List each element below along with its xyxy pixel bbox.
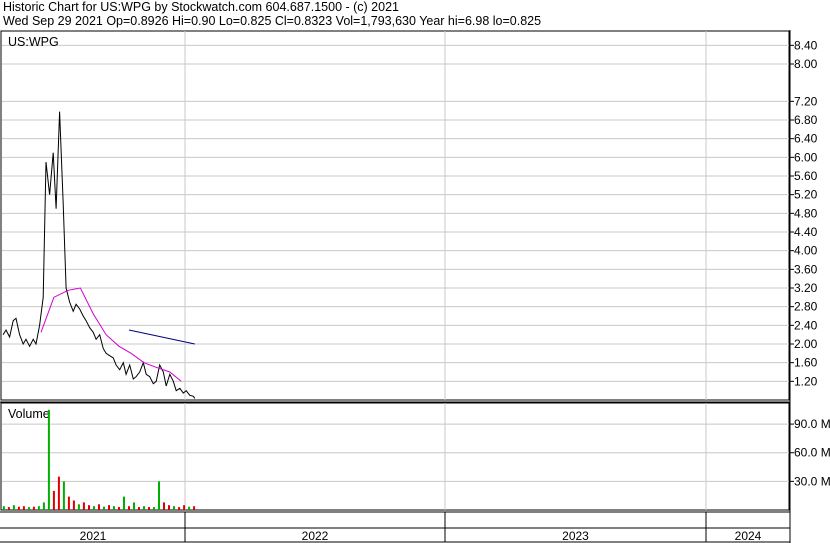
price-panel-frame bbox=[0, 30, 790, 401]
volume-bar bbox=[57, 476, 60, 510]
volume-tick-label: 30.0 M bbox=[794, 474, 830, 488]
volume-bar bbox=[77, 504, 80, 510]
volume-bar bbox=[123, 496, 125, 510]
volume-bar bbox=[42, 502, 45, 510]
volume-bar bbox=[72, 500, 75, 510]
x-axis-year-label: 2022 bbox=[302, 529, 329, 543]
volume-bar bbox=[27, 507, 30, 510]
volume-y-axis: 90.0 M 60.0 M 30.0 M bbox=[789, 417, 830, 488]
price-y-axis: 8.40 8.00 7.20 6.80 6.40 6.00 5.60 5.20 4.80 4.40… bbox=[789, 38, 818, 388]
volume-bar bbox=[47, 409, 50, 510]
volume-bar bbox=[82, 502, 85, 510]
x-axis-year-label: 2024 bbox=[735, 529, 762, 543]
price-tick-label: 4.80 bbox=[794, 206, 818, 220]
volume-bar bbox=[7, 507, 10, 510]
price-series-group bbox=[2, 111, 196, 399]
price-tick-label: 2.80 bbox=[794, 300, 818, 314]
volume-bar bbox=[52, 490, 55, 510]
volume-bar bbox=[143, 506, 145, 510]
volume-bar bbox=[138, 507, 140, 510]
volume-bar bbox=[188, 506, 191, 510]
volume-bar bbox=[128, 506, 130, 510]
volume-bar bbox=[98, 504, 100, 510]
volume-bars-group bbox=[2, 409, 196, 510]
price-tick-label: 6.80 bbox=[794, 113, 818, 127]
volume-bar bbox=[32, 506, 35, 510]
volume-tick-label: 60.0 M bbox=[794, 446, 830, 460]
volume-bar bbox=[148, 507, 150, 510]
price-tick-label: 4.00 bbox=[794, 244, 818, 258]
volume-bar bbox=[113, 506, 115, 510]
volume-bar bbox=[183, 505, 186, 510]
volume-panel-frame bbox=[0, 402, 790, 511]
price-tick-label: 6.40 bbox=[794, 132, 818, 146]
price-grid bbox=[2, 31, 789, 400]
volume-bar bbox=[178, 507, 181, 510]
volume-bar bbox=[193, 506, 196, 510]
price-tick-label: 2.40 bbox=[794, 318, 818, 332]
volume-bar bbox=[17, 506, 20, 510]
price-tick-label: 8.40 bbox=[794, 38, 818, 52]
volume-bar bbox=[67, 496, 70, 510]
volume-bar bbox=[158, 481, 160, 510]
volume-bar bbox=[62, 481, 65, 510]
volume-bar bbox=[93, 506, 95, 510]
price-tick-label: 8.00 bbox=[794, 57, 818, 71]
price-line bbox=[2, 111, 196, 399]
price-tick-label: 2.00 bbox=[794, 337, 818, 351]
volume-tick-label: 90.0 M bbox=[794, 417, 830, 431]
price-tick-label: 1.60 bbox=[794, 356, 818, 370]
volume-bar bbox=[133, 502, 135, 510]
volume-bar bbox=[153, 507, 155, 510]
volume-bar bbox=[163, 502, 165, 510]
price-tick-label: 3.60 bbox=[794, 262, 818, 276]
price-tick-label: 3.20 bbox=[794, 281, 818, 295]
x-axis-year-label: 2021 bbox=[80, 529, 107, 543]
volume-bar bbox=[12, 505, 15, 510]
price-tick-label: 4.40 bbox=[794, 225, 818, 239]
moving-average-long-line bbox=[40, 287, 182, 382]
volume-bar bbox=[118, 507, 120, 510]
volume-bar bbox=[168, 505, 170, 510]
volume-panel-title: Volume bbox=[8, 407, 50, 421]
volume-bar bbox=[103, 506, 105, 510]
price-tick-label: 5.20 bbox=[794, 188, 818, 202]
volume-bar bbox=[2, 506, 5, 510]
price-tick-label: 5.60 bbox=[794, 169, 818, 183]
volume-bar bbox=[22, 506, 25, 510]
price-tick-label: 6.00 bbox=[794, 150, 818, 164]
chart-canvas: 8.40 8.00 7.20 6.80 6.40 6.00 5.60 5.20 4.80 4.40… bbox=[0, 30, 830, 543]
volume-bar bbox=[37, 506, 40, 510]
volume-bar bbox=[108, 505, 110, 510]
volume-bar bbox=[88, 505, 90, 510]
volume-grid bbox=[2, 403, 789, 510]
price-panel-title: US:WPG bbox=[8, 35, 59, 49]
volume-bar bbox=[173, 506, 175, 510]
price-tick-label: 7.20 bbox=[794, 94, 818, 108]
x-axis-year-label: 2023 bbox=[562, 529, 589, 543]
price-tick-label: 1.20 bbox=[794, 374, 818, 388]
